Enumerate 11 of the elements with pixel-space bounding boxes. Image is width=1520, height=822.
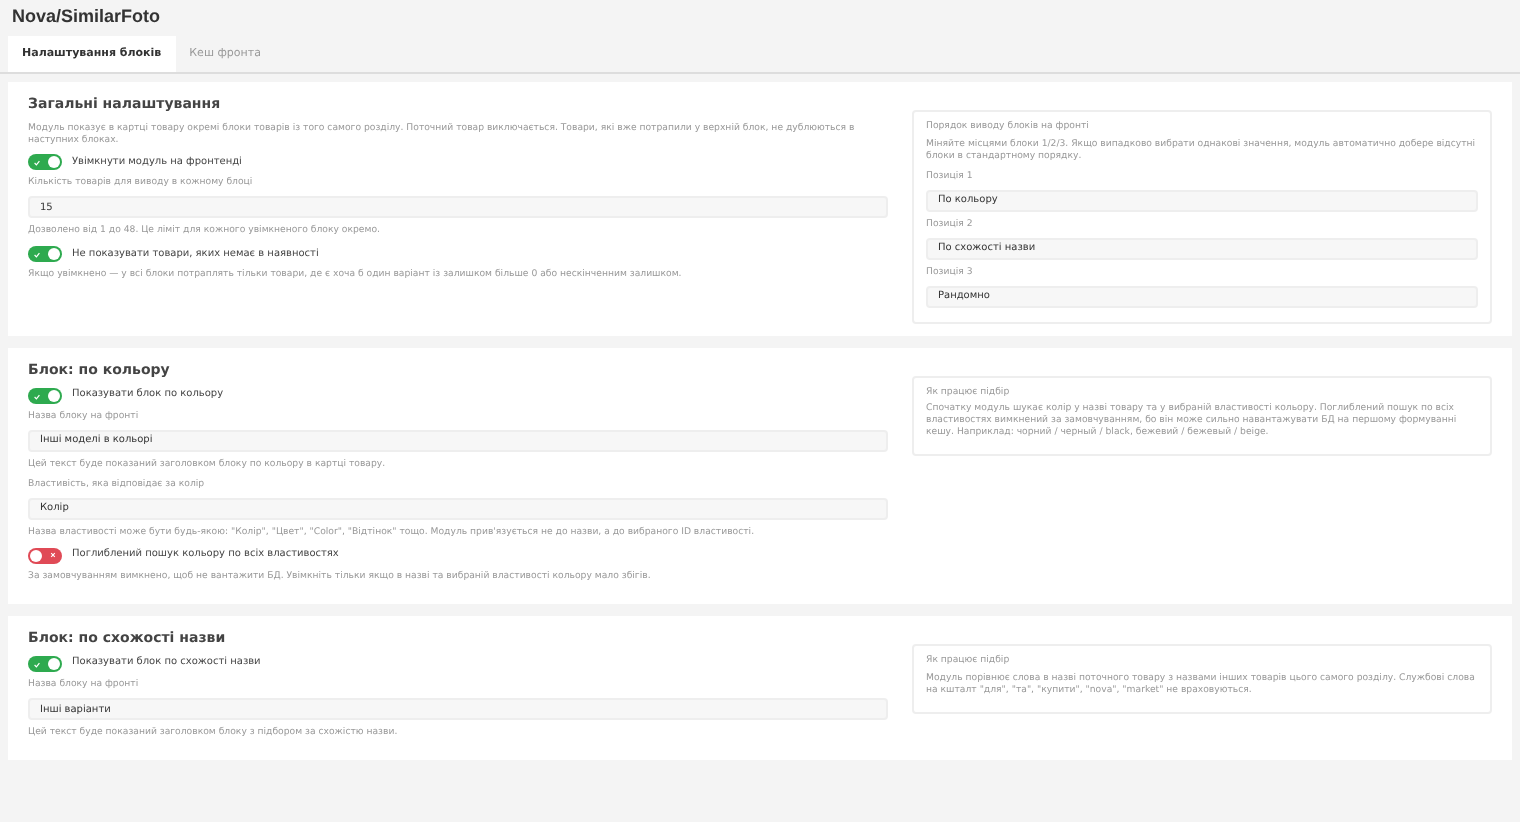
page-title: Nova/SimilarFoto xyxy=(10,4,163,28)
toggle-switch[interactable] xyxy=(28,246,62,263)
toggle-switch[interactable] xyxy=(28,154,62,171)
toggle-switch[interactable] xyxy=(28,388,62,405)
close-icon xyxy=(50,552,56,559)
check-icon xyxy=(34,661,40,668)
check-icon xyxy=(34,393,40,400)
check-icon xyxy=(34,159,40,166)
toggle-switch[interactable] xyxy=(28,656,62,673)
toggle-switch[interactable] xyxy=(28,547,62,564)
check-icon xyxy=(34,251,40,258)
